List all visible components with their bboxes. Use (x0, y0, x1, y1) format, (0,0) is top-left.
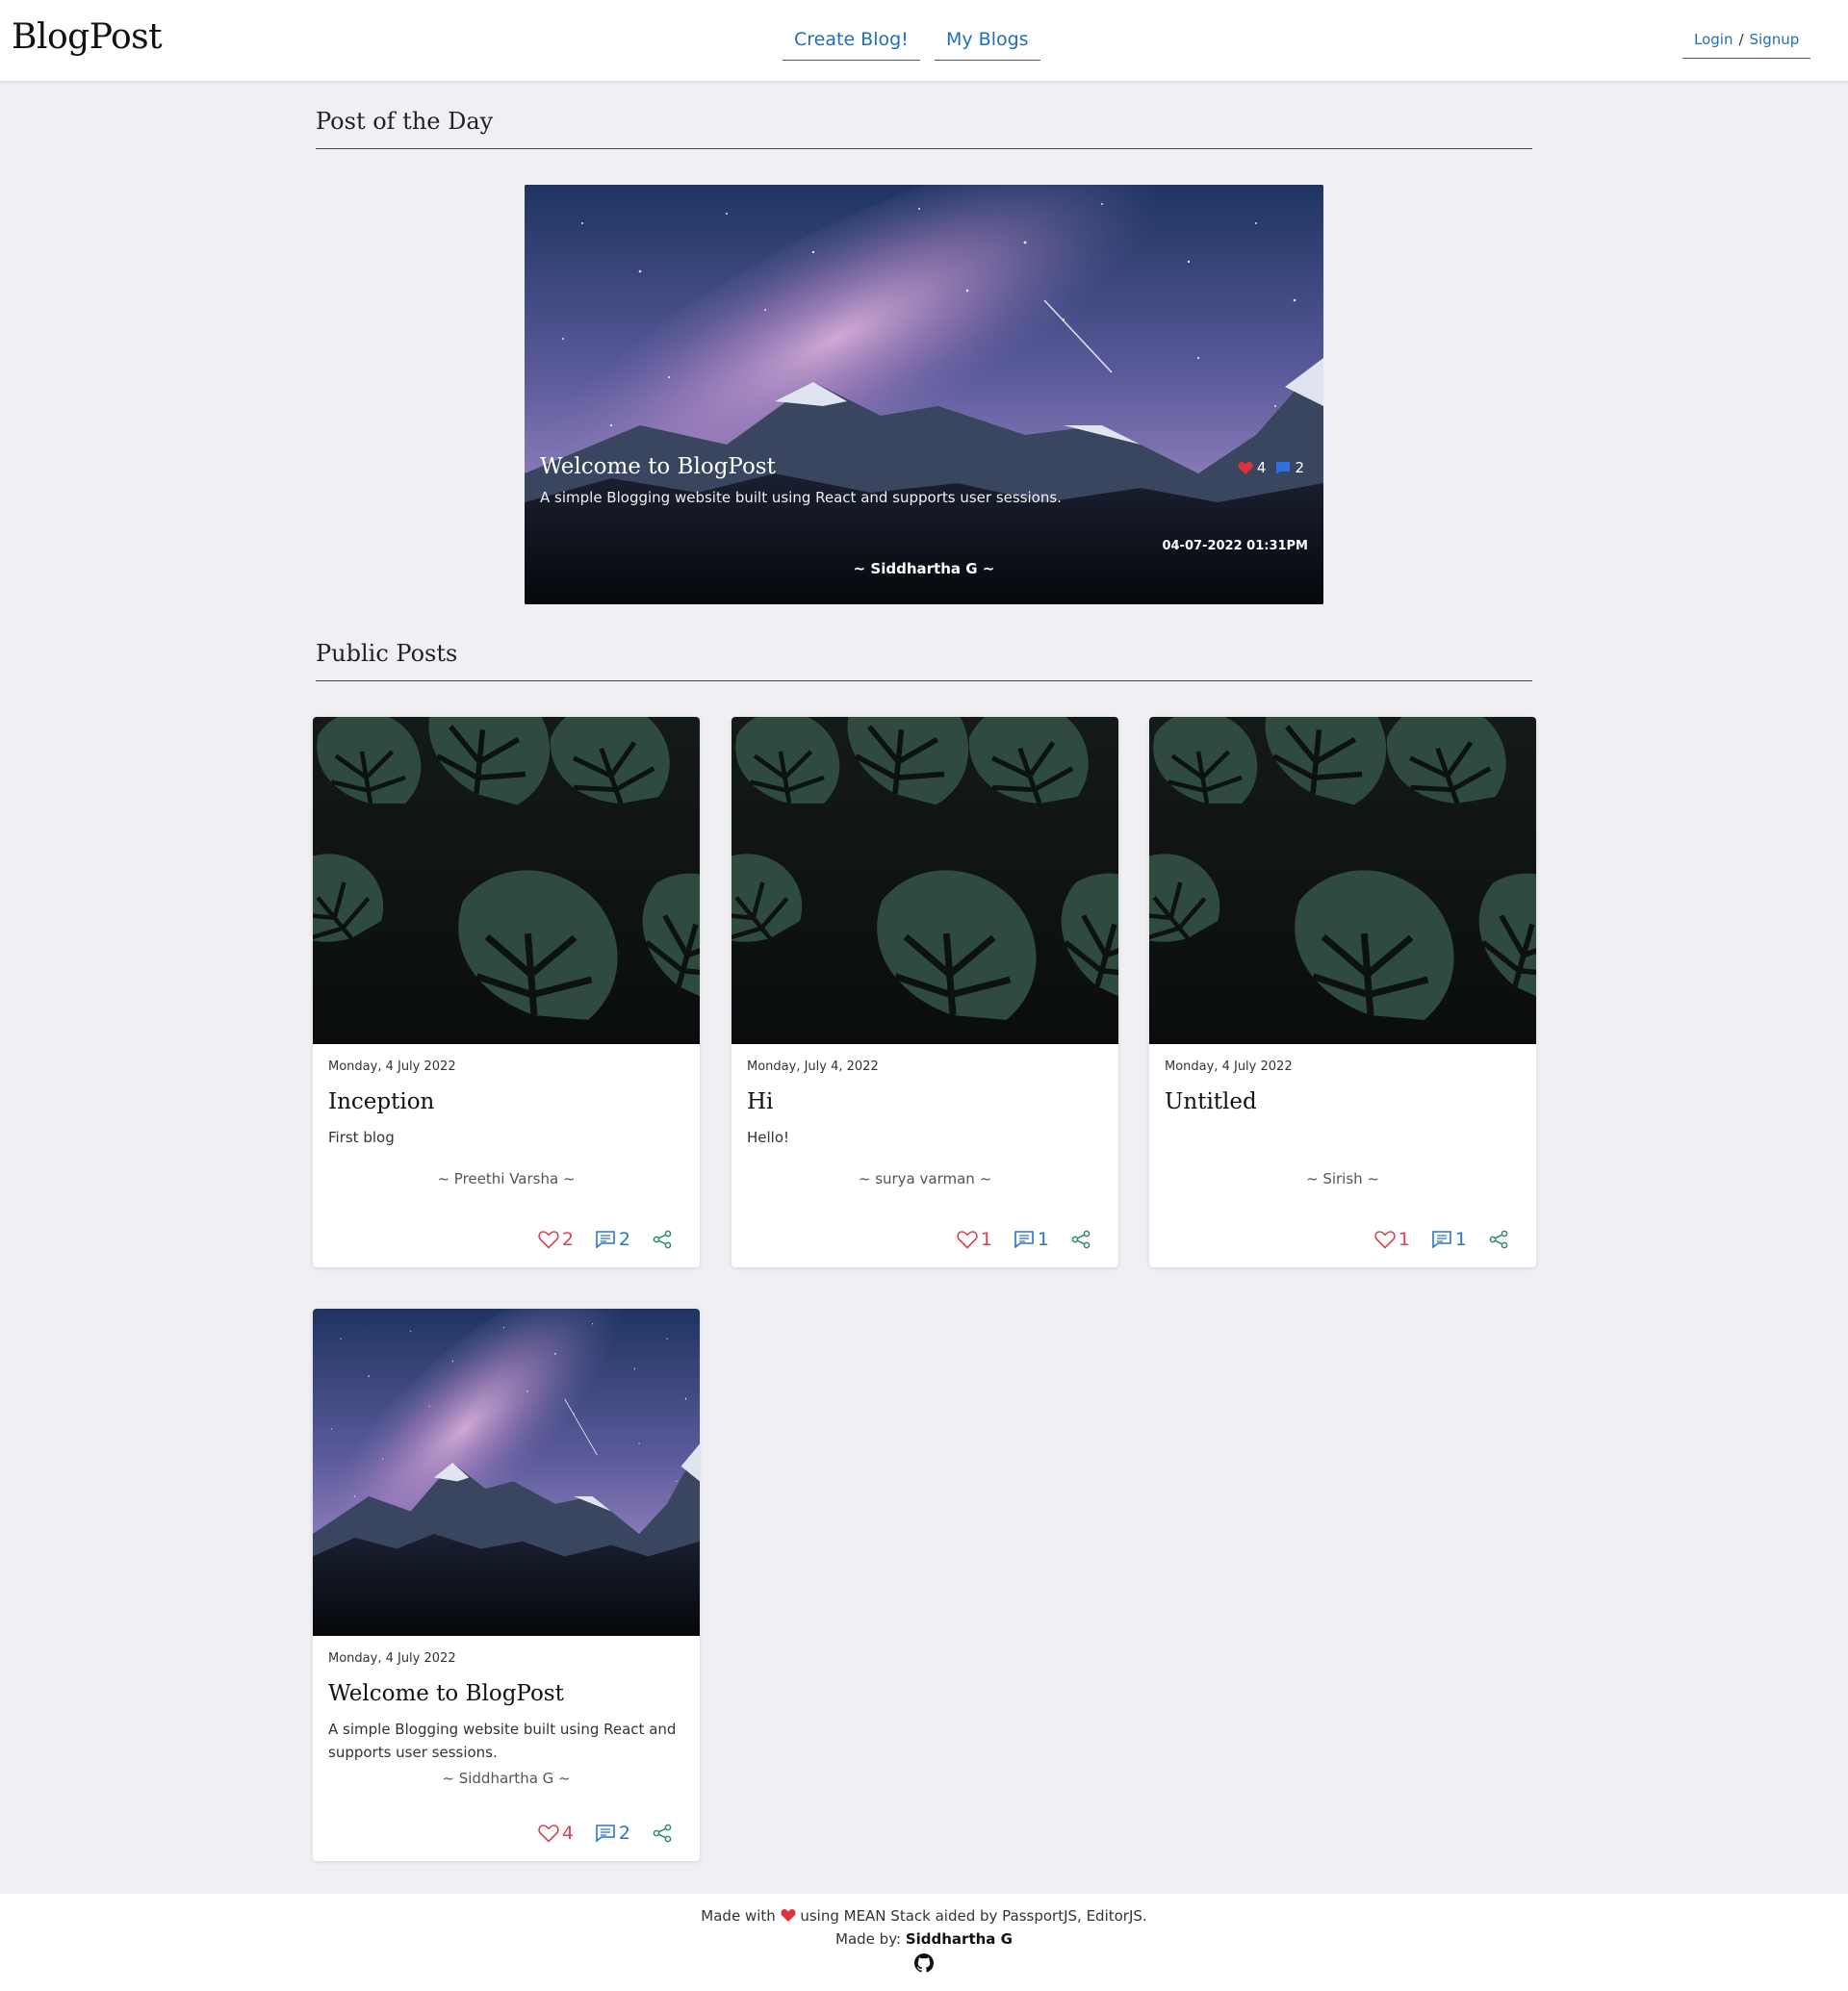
heart-icon (538, 1231, 559, 1249)
post-of-day-author: ~ Siddhartha G ~ (853, 560, 995, 577)
share-icon (653, 1230, 672, 1249)
like-count: 1 (980, 1229, 992, 1250)
like-count: 2 (561, 1229, 574, 1250)
signup-link[interactable]: Signup (1750, 31, 1800, 48)
post-title[interactable]: Untitled (1165, 1089, 1521, 1114)
post-author: ~ Preethi Varsha ~ (437, 1170, 576, 1187)
post-card[interactable]: Monday, 4 July 2022 Welcome to BlogPost … (313, 1309, 700, 1861)
post-date: Monday, 4 July 2022 (1165, 1059, 1293, 1074)
post-actions: 1 1 (1374, 1229, 1509, 1250)
auth-links: Login / Signup (1682, 31, 1811, 59)
footer-author-name: Siddhartha G (905, 1930, 1013, 1948)
post-of-day-stats: 4 2 (1238, 459, 1304, 476)
post-description: First blog (328, 1129, 395, 1146)
login-link[interactable]: Login (1694, 31, 1732, 48)
post-of-day-datetime: 04-07-2022 01:31PM (1162, 539, 1308, 553)
share-icon (653, 1824, 672, 1843)
comment-icon (596, 1825, 615, 1843)
comment-count: 1 (1037, 1229, 1049, 1250)
monstera-leaves-image (313, 717, 700, 1044)
post-title[interactable]: Welcome to BlogPost (328, 1681, 684, 1706)
share-icon (1071, 1230, 1091, 1249)
like-count: 1 (1398, 1229, 1410, 1250)
mountain-night-sky-image (313, 1309, 700, 1636)
comment-count: 2 (618, 1823, 630, 1844)
share-button[interactable] (652, 1824, 673, 1843)
post-date: Monday, 4 July 2022 (328, 1059, 456, 1074)
post-of-day-heading: Post of the Day (316, 108, 1532, 149)
footer-author-line: Made by: Siddhartha G (0, 1930, 1848, 1948)
post-description: Hello! (747, 1129, 790, 1146)
heart-icon (1374, 1231, 1396, 1249)
nav-my-blogs[interactable]: My Blogs (935, 29, 1040, 61)
heart-icon (538, 1825, 559, 1843)
like-count: 4 (561, 1823, 574, 1844)
footer-credits: Made with using MEAN Stack aided by Pass… (0, 1907, 1848, 1925)
post-author: ~ Sirish ~ (1305, 1170, 1380, 1187)
footer-made-with: Made with (701, 1907, 776, 1925)
post-of-day-card[interactable]: Welcome to BlogPost A simple Blogging we… (525, 185, 1323, 604)
post-of-day-description: A simple Blogging website built using Re… (540, 489, 1062, 506)
comment-icon (596, 1231, 615, 1249)
like-button[interactable]: 1 (1374, 1229, 1410, 1250)
share-button[interactable] (652, 1230, 673, 1249)
heart-filled-icon (1238, 461, 1253, 474)
post-card[interactable]: Monday, 4 July 2022 Untitled ~ Sirish ~ … (1149, 717, 1536, 1267)
post-card[interactable]: Monday, 4 July 2022 Inception First blog… (313, 717, 700, 1267)
comment-count: 1 (1454, 1229, 1467, 1250)
post-title[interactable]: Inception (328, 1089, 684, 1114)
like-button[interactable]: 4 (538, 1823, 574, 1844)
comment-button[interactable]: 1 (1014, 1229, 1049, 1250)
post-of-day-likes: 4 (1256, 459, 1267, 476)
heart-filled-icon (781, 1909, 796, 1922)
post-actions: 2 2 (538, 1229, 673, 1250)
top-navbar: BlogPost Create Blog! My Blogs Login / Sig… (0, 0, 1848, 81)
comment-button[interactable]: 2 (595, 1229, 630, 1250)
brand-logo[interactable]: BlogPost (12, 17, 163, 57)
post-description (1165, 1126, 1521, 1149)
post-actions: 1 1 (957, 1229, 1091, 1250)
post-date: Monday, 4 July 2022 (328, 1651, 456, 1666)
comment-button[interactable]: 1 (1431, 1229, 1467, 1250)
comment-count: 2 (618, 1229, 630, 1250)
post-actions: 4 2 (538, 1823, 673, 1844)
comment-icon (1014, 1231, 1034, 1249)
footer: Made with using MEAN Stack aided by Pass… (0, 1894, 1848, 1991)
comment-icon (1432, 1231, 1451, 1249)
public-posts-heading: Public Posts (316, 640, 1532, 681)
monstera-leaves-image (1149, 717, 1536, 1044)
share-icon (1489, 1230, 1508, 1249)
share-button[interactable] (1488, 1230, 1509, 1249)
footer-made-by-label: Made by: (835, 1930, 902, 1948)
post-of-day-comments: 2 (1295, 459, 1304, 476)
post-description: A simple Blogging website built using Re… (328, 1721, 677, 1761)
post-author: ~ surya varman ~ (858, 1170, 992, 1187)
post-author: ~ Siddhartha G ~ (442, 1770, 571, 1787)
heart-icon (957, 1231, 978, 1249)
post-card[interactable]: Monday, July 4, 2022 Hi Hello! ~ surya v… (732, 717, 1118, 1267)
post-of-day-title[interactable]: Welcome to BlogPost (540, 454, 776, 479)
post-date: Monday, July 4, 2022 (747, 1059, 879, 1074)
like-button[interactable]: 1 (957, 1229, 992, 1250)
share-button[interactable] (1070, 1230, 1091, 1249)
comment-button[interactable]: 2 (595, 1823, 630, 1844)
post-title[interactable]: Hi (747, 1089, 1103, 1114)
like-button[interactable]: 2 (538, 1229, 574, 1250)
auth-separator: / (1738, 31, 1744, 48)
github-icon[interactable] (914, 1953, 934, 1977)
footer-stack: using MEAN Stack aided by PassportJS, Ed… (800, 1907, 1147, 1925)
nav-create-blog[interactable]: Create Blog! (783, 29, 920, 61)
comment-filled-icon (1276, 461, 1291, 474)
monstera-leaves-image (732, 717, 1118, 1044)
